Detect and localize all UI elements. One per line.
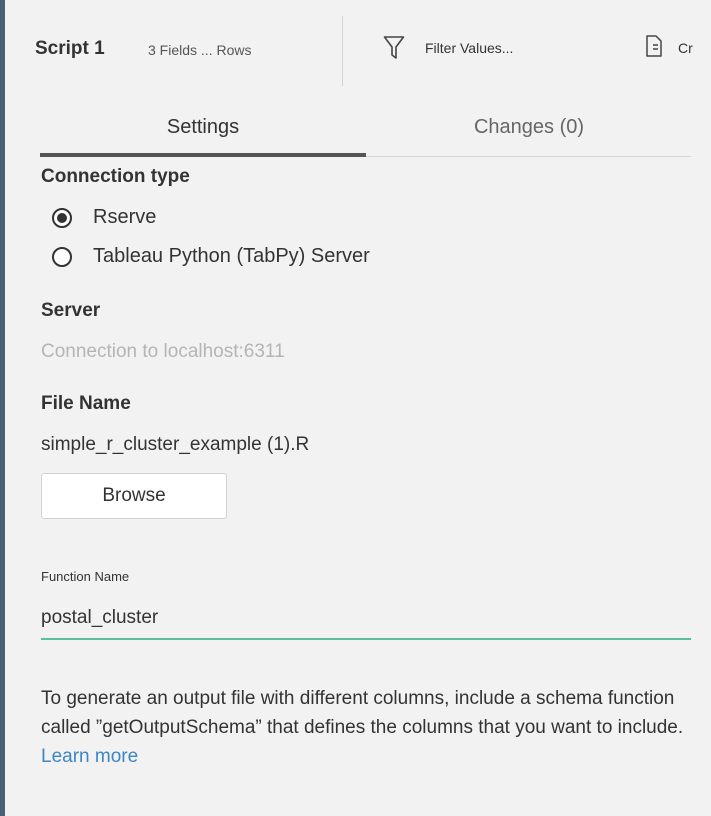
- tab-changes[interactable]: Changes (0): [366, 106, 692, 154]
- rserve-radio-button[interactable]: [52, 207, 72, 228]
- browse-button[interactable]: Browse: [41, 473, 227, 519]
- server-connection-text: Connection to localhost:6311: [41, 341, 285, 362]
- rserve-label: Rserve: [93, 206, 157, 228]
- tab-settings[interactable]: Settings: [40, 106, 366, 154]
- radio-option-tabpy[interactable]: Tableau Python (TabPy) Server: [52, 245, 370, 268]
- tabpy-radio-button[interactable]: [52, 246, 72, 267]
- step-field-row-count: 3 Fields ... Rows: [148, 42, 252, 58]
- create-calculated-field-label: Cr: [678, 40, 693, 56]
- step-title: Script 1: [35, 38, 105, 59]
- panel-tabs: Settings Changes (0): [40, 106, 691, 157]
- filter-values-label: Filter Values...: [425, 40, 514, 56]
- create-calculated-field-icon: [646, 34, 662, 62]
- step-toolbar: Script 1 3 Fields ... Rows Filter Values…: [5, 0, 711, 106]
- filter-values-button[interactable]: Filter Values...: [383, 28, 513, 68]
- file-name-value: simple_r_cluster_example (1).R: [41, 434, 310, 455]
- server-heading: Server: [41, 300, 101, 321]
- filter-icon: [383, 35, 405, 61]
- radio-option-rserve[interactable]: Rserve: [52, 206, 156, 229]
- schema-info-body: To generate an output file with differen…: [41, 688, 684, 738]
- file-name-heading: File Name: [41, 393, 131, 414]
- tabpy-label: Tableau Python (TabPy) Server: [93, 245, 370, 267]
- create-calculated-field-button[interactable]: Cr: [646, 30, 693, 66]
- connection-type-heading: Connection type: [41, 166, 190, 187]
- schema-info-text: To generate an output file with differen…: [41, 684, 701, 771]
- active-tab-indicator: [40, 153, 366, 157]
- function-name-label: Function Name: [41, 569, 130, 584]
- panel-left-border: [0, 0, 5, 816]
- function-name-input[interactable]: [41, 598, 691, 640]
- toolbar-divider: [342, 16, 343, 86]
- learn-more-link[interactable]: Learn more: [41, 746, 138, 767]
